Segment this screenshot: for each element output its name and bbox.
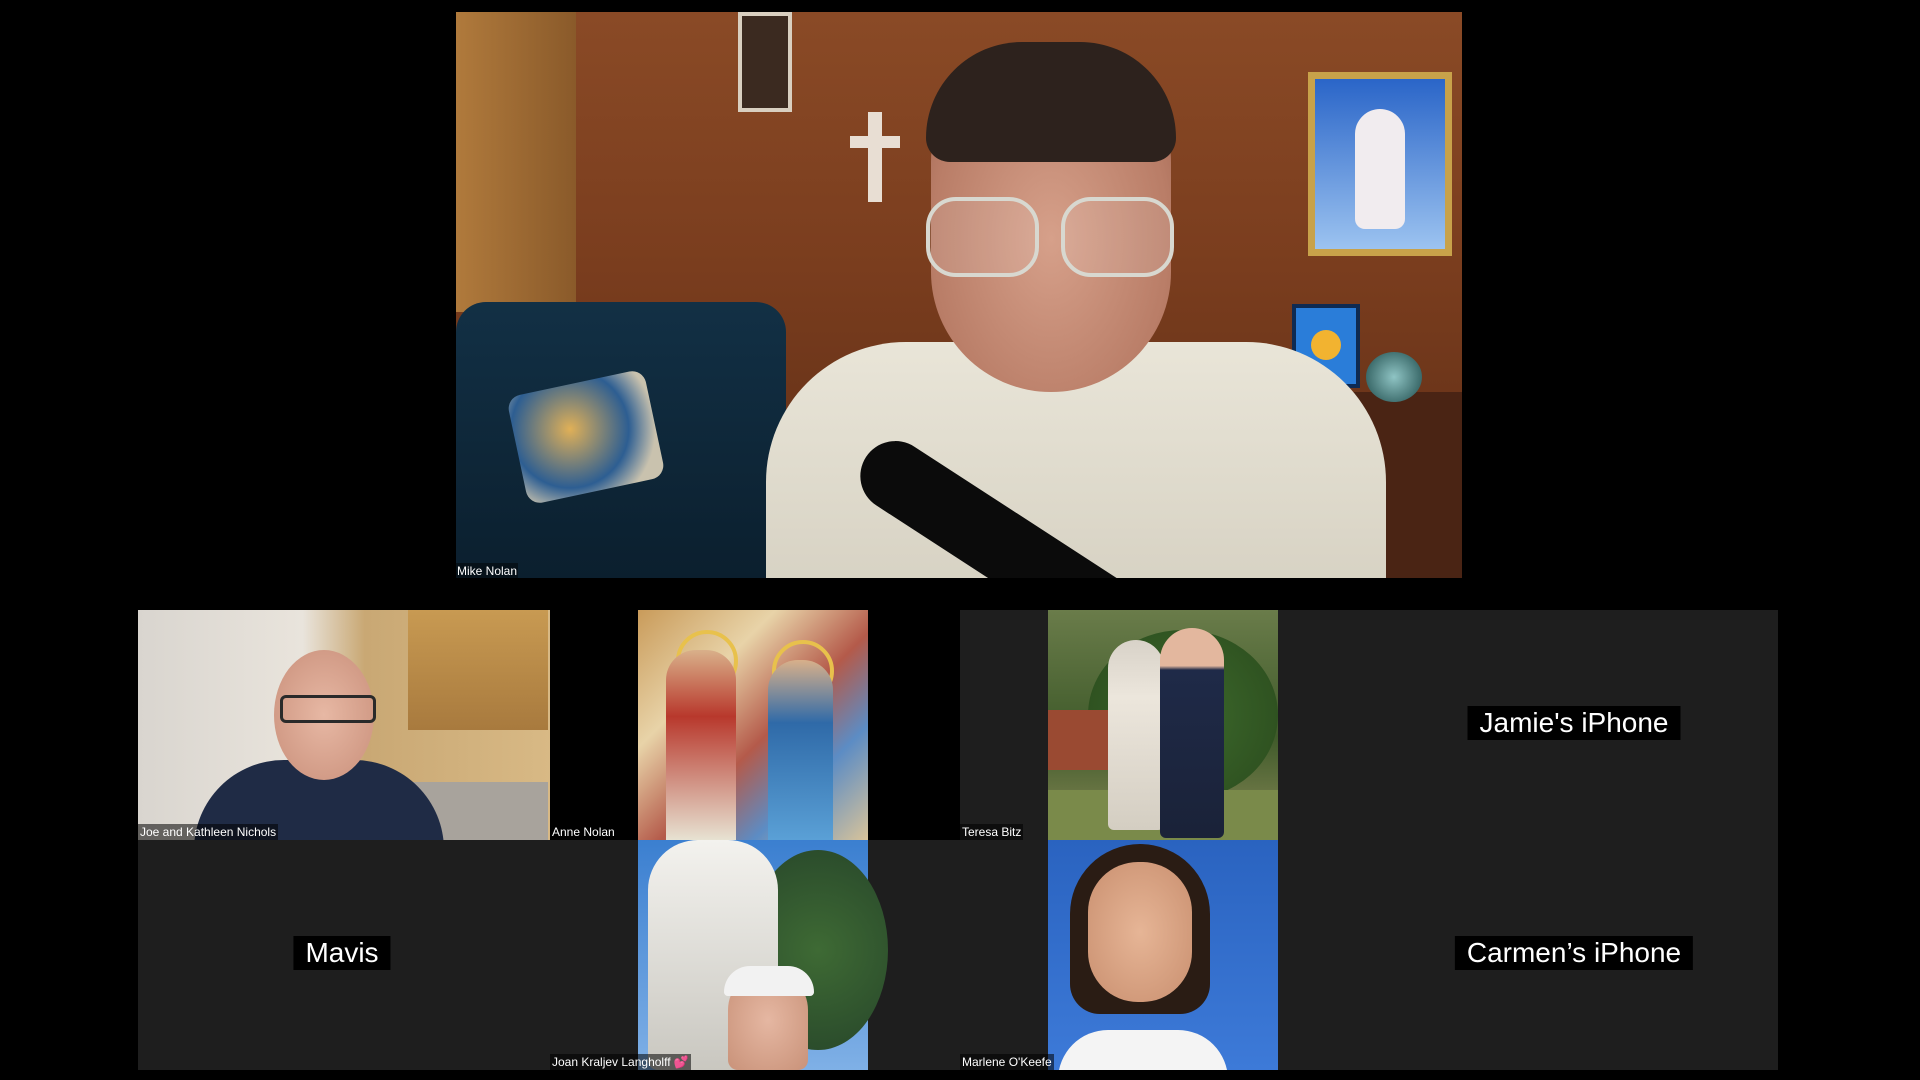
participant-name-large: Jamie's iPhone bbox=[1467, 706, 1681, 740]
participant-name-large: Carmen’s iPhone bbox=[1454, 936, 1694, 970]
participant-video bbox=[1048, 840, 1278, 1070]
background-wall bbox=[456, 12, 576, 312]
participant-tile-joan[interactable]: Joan Kraljev Langholff 💕 bbox=[550, 840, 960, 1070]
participant-name: Joan Kraljev Langholff 💕 bbox=[550, 1054, 691, 1070]
wall-frame bbox=[738, 12, 792, 112]
participant-tile-jamie[interactable]: Jamie's iPhone bbox=[1370, 610, 1778, 840]
participant-name: Anne Nolan bbox=[550, 824, 617, 840]
participant-video bbox=[1048, 610, 1278, 840]
participant-video bbox=[638, 840, 888, 1070]
participant-name: Teresa Bitz bbox=[960, 824, 1024, 840]
participant-tile-mavis[interactable]: Mavis bbox=[138, 840, 550, 1070]
participant-tile-joe[interactable]: Joe and Kathleen Nichols bbox=[138, 610, 550, 840]
wall-cross bbox=[850, 112, 900, 202]
participant-video bbox=[138, 610, 550, 840]
participant-tile-carmen[interactable]: Carmen’s iPhone bbox=[1370, 840, 1778, 1070]
glass-orb bbox=[1366, 352, 1422, 402]
participant-tile-marlene[interactable]: Marlene O'Keefe bbox=[960, 840, 1370, 1070]
participant-name-large: Mavis bbox=[293, 936, 391, 970]
speaker-glasses bbox=[926, 197, 1176, 277]
meeting-stage: Mike Nolan Joe and Kathleen Nichols Anne… bbox=[0, 0, 1920, 1080]
participant-tile-teresa[interactable]: Teresa Bitz bbox=[960, 610, 1370, 840]
participant-name: Marlene O'Keefe bbox=[960, 1054, 1054, 1070]
participant-tile-anne[interactable]: Anne Nolan bbox=[550, 610, 960, 840]
speaker-hair bbox=[926, 42, 1176, 162]
active-speaker-name: Mike Nolan bbox=[456, 563, 519, 579]
participant-video bbox=[638, 610, 868, 840]
active-speaker-video[interactable] bbox=[456, 12, 1462, 578]
participant-name: Joe and Kathleen Nichols bbox=[138, 824, 279, 840]
wall-portrait bbox=[1308, 72, 1452, 256]
